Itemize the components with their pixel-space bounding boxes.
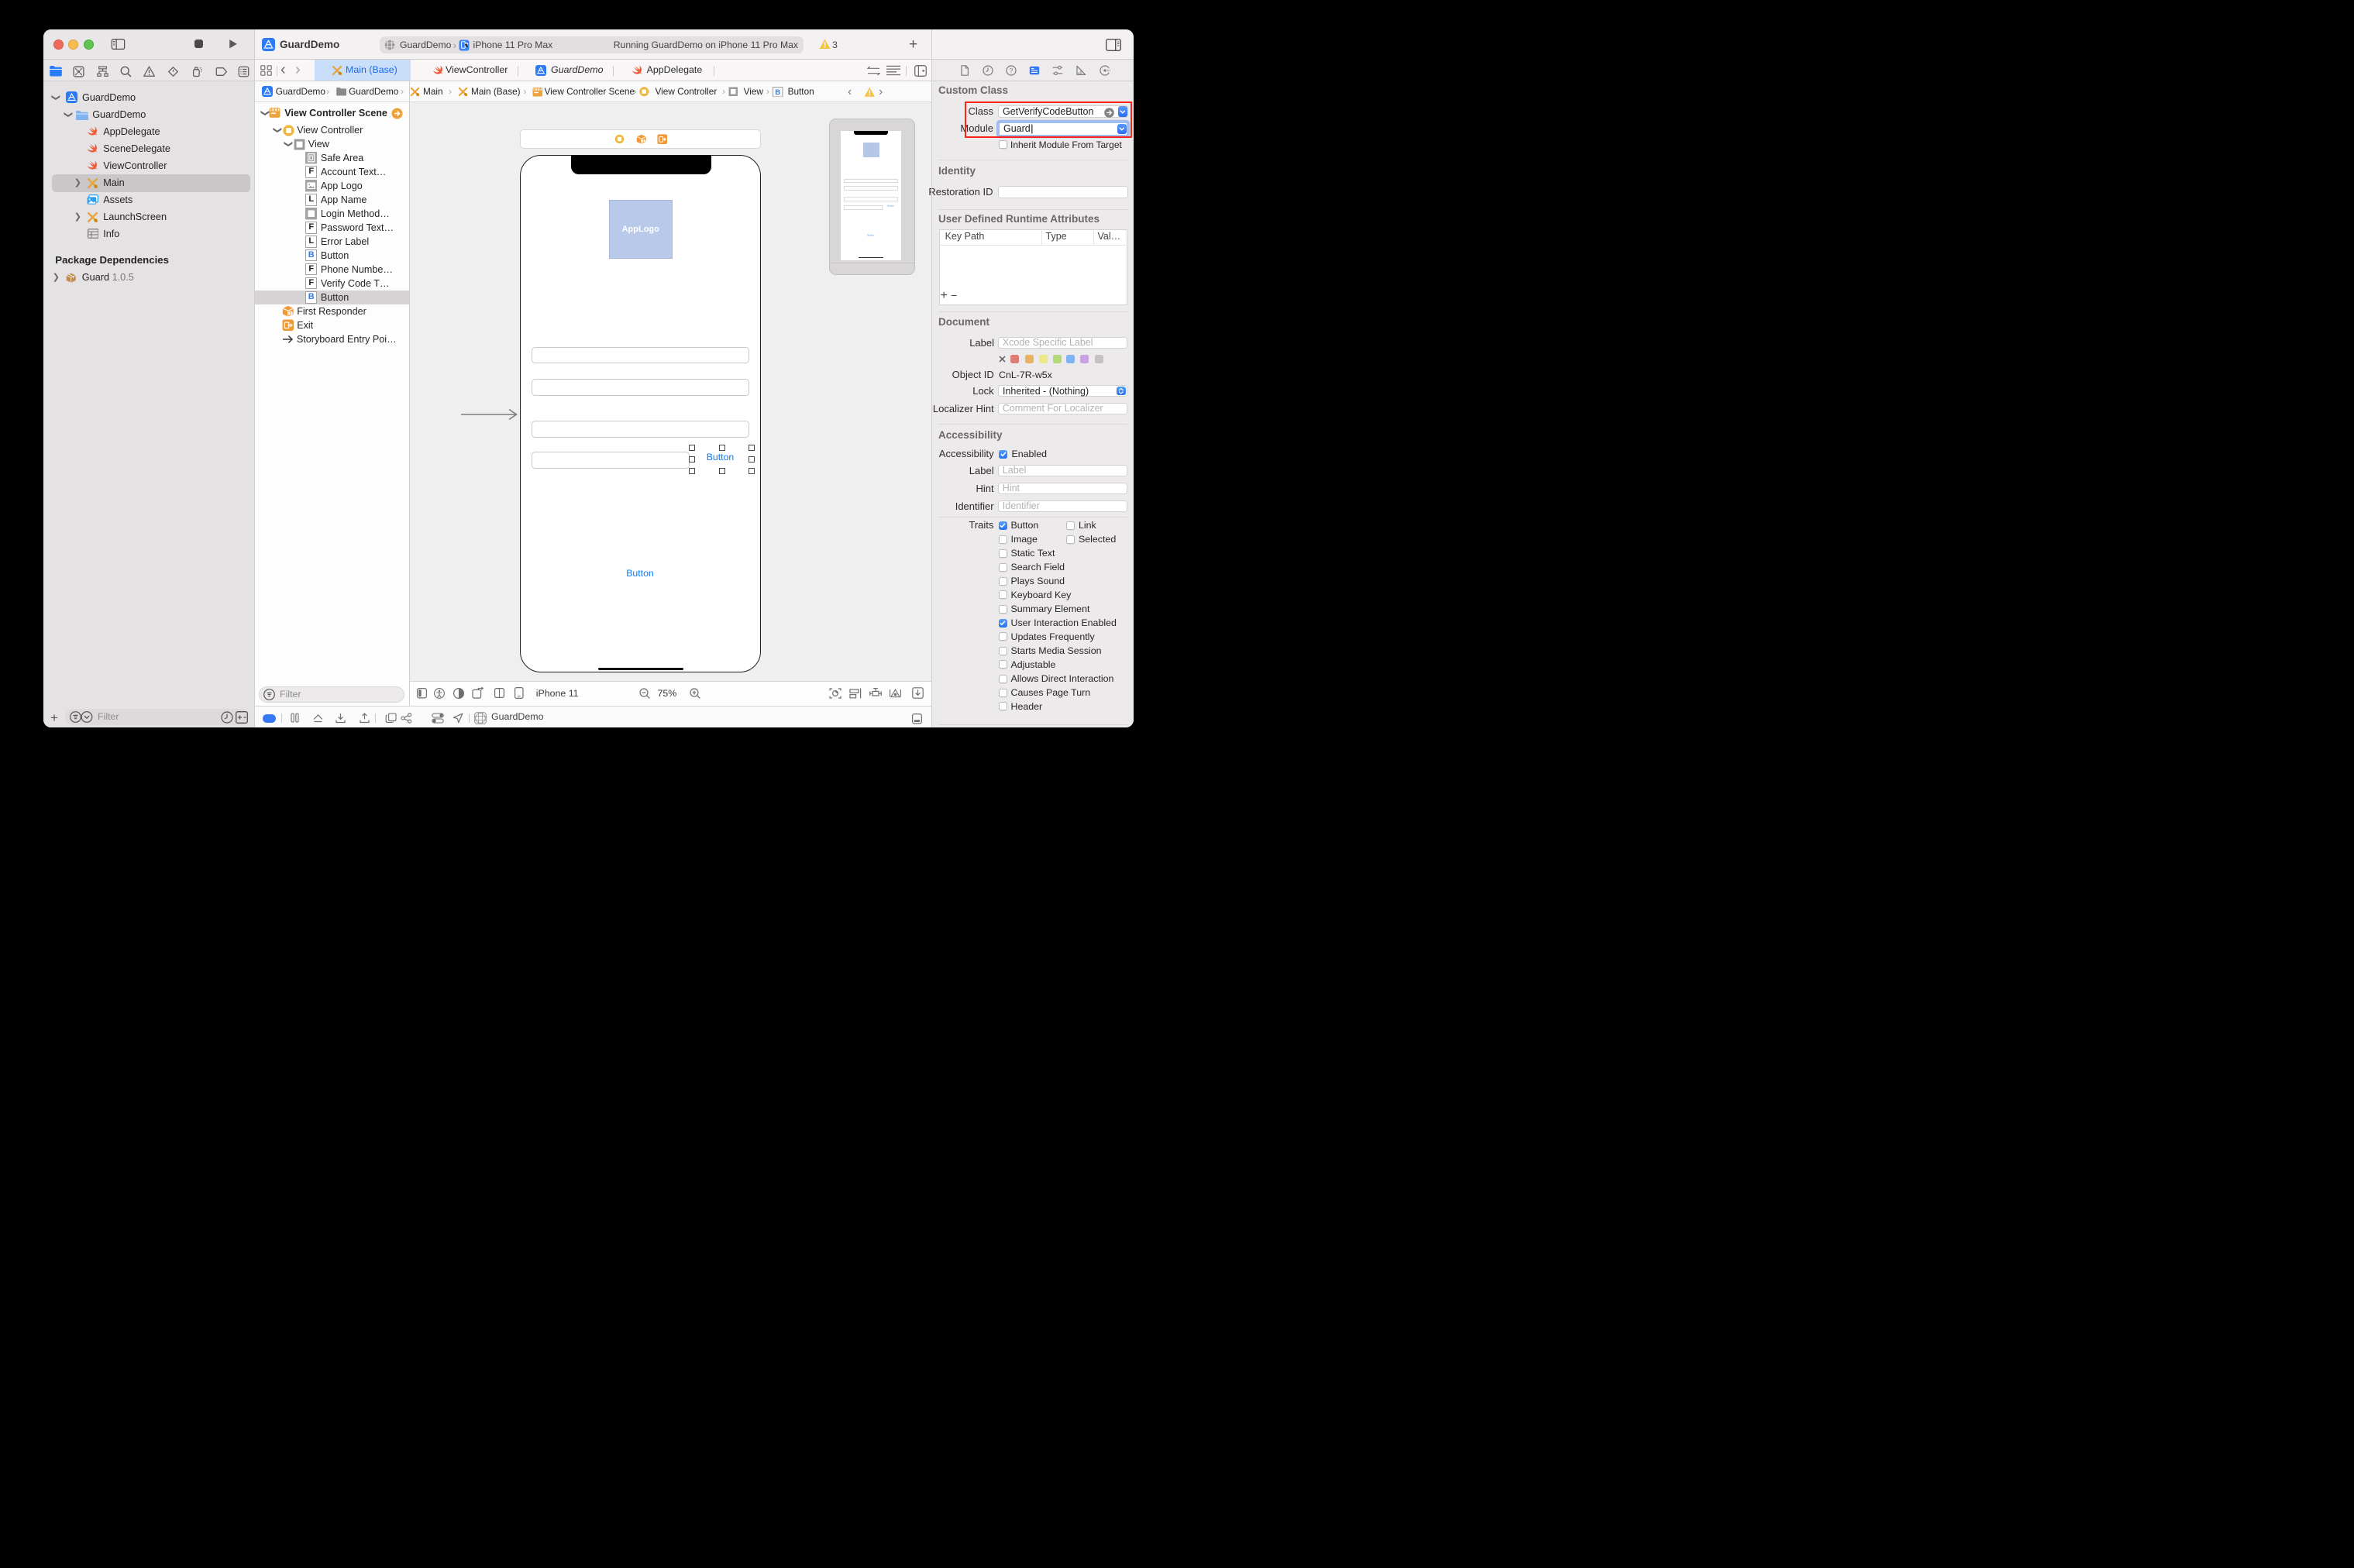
svg-text:1: 1 xyxy=(289,311,292,317)
svg-text:B: B xyxy=(775,88,780,97)
svg-text:Button: Button xyxy=(887,204,894,207)
svg-text:1: 1 xyxy=(642,139,645,143)
svg-text:?: ? xyxy=(1009,67,1013,74)
svg-text:Button: Button xyxy=(867,234,874,237)
